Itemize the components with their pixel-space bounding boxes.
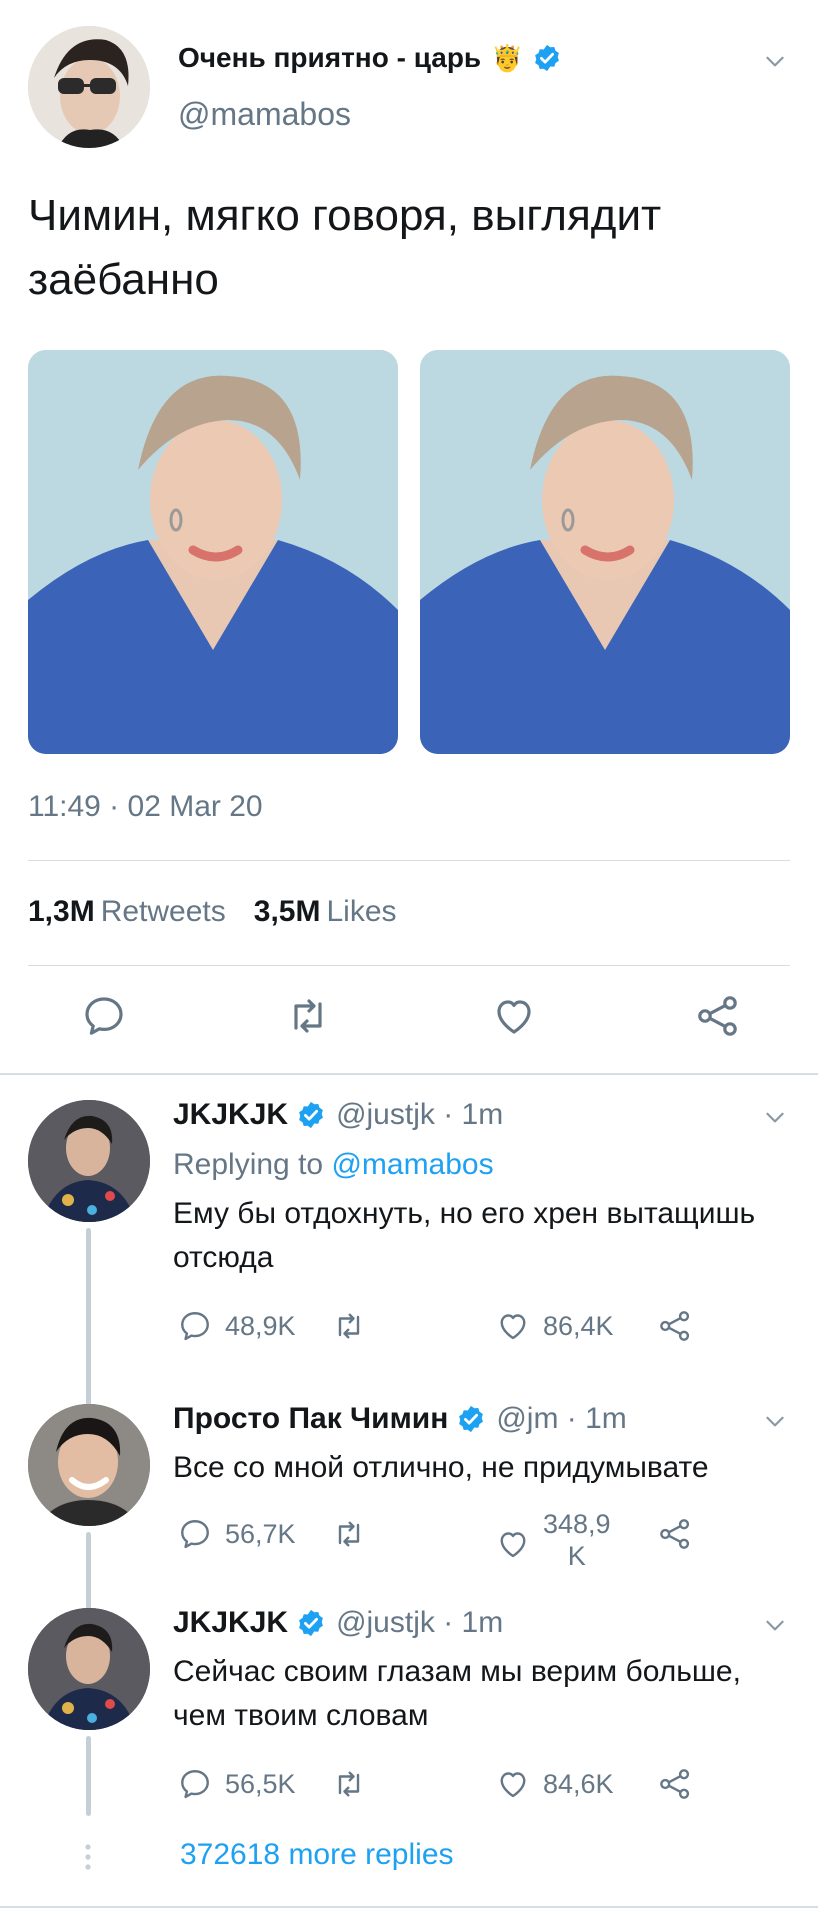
reply-avatar[interactable] (28, 1608, 150, 1730)
likes-label[interactable]: Likes (326, 895, 396, 928)
chevron-down-icon[interactable] (762, 1408, 788, 1434)
like-button[interactable]: 84,6K (495, 1766, 614, 1802)
likes-count[interactable]: 3,5M (254, 895, 321, 928)
chevron-down-icon[interactable] (762, 48, 788, 74)
tweet-photo-1[interactable] (28, 350, 398, 754)
chevron-down-icon[interactable] (762, 1612, 788, 1638)
share-button[interactable] (657, 1308, 693, 1344)
replying-to-label: Replying to (173, 1148, 324, 1181)
reply-header: Просто Пак Чимин @jm · 1m (173, 1402, 627, 1436)
like-icon (500, 1772, 526, 1798)
reply-icon (181, 1520, 209, 1549)
verified-badge-icon (296, 1100, 326, 1130)
reply-icon[interactable] (80, 992, 128, 1040)
retweets-label[interactable]: Retweets (101, 895, 226, 928)
like-count-line-2: K (567, 1541, 586, 1571)
author-display-name[interactable]: Очень приятно - царь (178, 42, 481, 74)
section-divider (0, 1073, 818, 1075)
reply-handle-time[interactable]: @justjk · 1m (336, 1606, 503, 1640)
tweet-media (28, 350, 790, 754)
verified-badge-icon (296, 1608, 326, 1638)
author-handle[interactable]: @mamabos (178, 96, 351, 133)
reply-text: Ему бы отдохнуть, но его хрен вытащишь о… (173, 1197, 756, 1274)
replying-to-mention[interactable]: @mamabos (331, 1148, 493, 1181)
thread-dots-icon (85, 1844, 91, 1870)
reply-handle-time[interactable]: @jm · 1m (496, 1402, 626, 1436)
reply-header: JKJKJK @justjk · 1m (173, 1098, 503, 1132)
share-icon[interactable] (694, 992, 742, 1040)
thread-line (86, 1228, 91, 1418)
tweet-timestamp[interactable]: 11:49 · 02 Mar 20 (28, 790, 263, 824)
divider (28, 965, 790, 966)
tweet-text: Чимин, мягко говоря, выглядит заёбанно (28, 191, 662, 304)
share-button[interactable] (657, 1516, 693, 1552)
reply-avatar[interactable] (28, 1100, 150, 1222)
like-button[interactable]: 86,4K (495, 1308, 614, 1344)
reply-button[interactable]: 56,7K (177, 1516, 296, 1552)
main-tweet-header: Очень приятно - царь 🤴 @mamabos (28, 26, 798, 148)
reply-actions: 48,9K 86,4K (173, 1308, 733, 1358)
reply-handle-time[interactable]: @justjk · 1m (336, 1098, 503, 1132)
thread-line (86, 1532, 91, 1614)
reply-icon (181, 1770, 209, 1799)
like-count-line-1: 348,9 (543, 1509, 611, 1539)
share-icon (660, 1769, 690, 1799)
share-button[interactable] (657, 1766, 693, 1802)
reply-text: Сейчас своим глазам мы верим больше, чем… (173, 1655, 741, 1732)
chevron-down-icon[interactable] (762, 1104, 788, 1130)
reply-button[interactable]: 56,5K (177, 1766, 296, 1802)
like-count: 348,9 K (543, 1508, 611, 1572)
retweet-button[interactable] (331, 1766, 367, 1802)
tweet-photo-2[interactable] (420, 350, 790, 754)
retweet-icon (338, 1313, 360, 1339)
reply-icon (181, 1312, 209, 1341)
like-icon (500, 1314, 526, 1340)
bottom-divider (0, 1906, 818, 1908)
reply-display-name[interactable]: Просто Пак Чимин (173, 1402, 448, 1436)
thread-line (86, 1736, 91, 1816)
reply-count: 48,9K (225, 1310, 296, 1341)
like-count: 86,4K (543, 1310, 614, 1341)
reply-actions: 56,7K 348,9 K (173, 1509, 733, 1571)
author-name-row: Очень приятно - царь 🤴 (178, 42, 562, 74)
retweet-icon[interactable] (284, 992, 332, 1040)
reply-text: Все со мной отлично, не придумывате (173, 1451, 709, 1484)
retweet-button[interactable] (331, 1308, 367, 1344)
tweet-stats: 1,3M Retweets 3,5M Likes (28, 895, 425, 929)
more-replies-link[interactable]: 372618 more replies (180, 1838, 454, 1872)
replying-to: Replying to @mamabos (173, 1148, 494, 1182)
retweet-icon (338, 1771, 360, 1797)
share-icon (660, 1311, 690, 1341)
like-button[interactable]: 348,9 K (495, 1509, 611, 1572)
author-badge-emoji: 🤴 (491, 42, 524, 73)
tweet-actions (28, 990, 790, 1044)
divider (28, 860, 790, 861)
reply-count: 56,5K (225, 1768, 296, 1799)
retweets-count[interactable]: 1,3M (28, 895, 95, 928)
reply-count: 56,7K (225, 1518, 296, 1549)
reply-avatar[interactable] (28, 1404, 150, 1526)
verified-badge-icon (456, 1404, 486, 1434)
reply-display-name[interactable]: JKJKJK (173, 1098, 288, 1132)
reply-display-name[interactable]: JKJKJK (173, 1606, 288, 1640)
like-icon (500, 1532, 526, 1558)
like-count: 84,6K (543, 1768, 614, 1799)
retweet-icon (338, 1521, 360, 1547)
verified-badge-icon (532, 43, 562, 73)
like-icon[interactable] (490, 992, 538, 1040)
share-icon (660, 1519, 690, 1549)
retweet-button[interactable] (331, 1516, 367, 1552)
author-avatar[interactable] (28, 26, 150, 148)
reply-header: JKJKJK @justjk · 1m (173, 1606, 503, 1640)
reply-button[interactable]: 48,9K (177, 1308, 296, 1344)
reply-actions: 56,5K 84,6K (173, 1766, 733, 1816)
